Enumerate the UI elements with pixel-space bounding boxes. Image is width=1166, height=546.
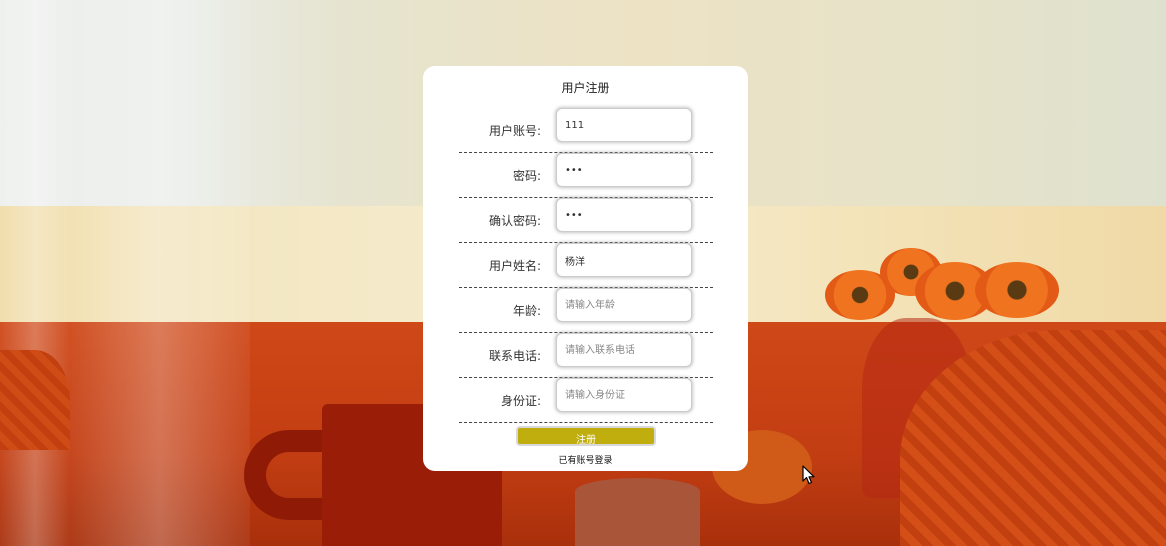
username-input[interactable] (556, 108, 692, 142)
phone-input[interactable] (556, 333, 692, 367)
register-button[interactable]: 注册 (516, 426, 656, 446)
candle (575, 478, 700, 546)
row-username: 用户账号: (459, 108, 713, 153)
register-card: 用户注册 用户账号: 密码: 确认密码: 用户姓名: 年龄: 联系电话: 身份证… (423, 66, 748, 471)
name-input[interactable] (556, 243, 692, 277)
row-name: 用户姓名: (459, 243, 713, 288)
confirm-password-label: 确认密码: (488, 214, 541, 228)
id-card-label: 身份证: (500, 394, 541, 408)
knit-blanket-left (0, 350, 70, 450)
phone-label: 联系电话: (488, 349, 541, 363)
login-link[interactable]: 已有账号登录 (423, 453, 748, 466)
row-confirm-password: 确认密码: (459, 198, 713, 243)
form-title: 用户注册 (561, 81, 610, 95)
row-age: 年龄: (459, 288, 713, 333)
curtain-middle (70, 0, 250, 546)
username-label: 用户账号: (488, 124, 541, 138)
flower (975, 262, 1059, 318)
confirm-password-input[interactable] (556, 198, 692, 232)
name-label: 用户姓名: (488, 259, 541, 273)
mouse-pointer-icon (802, 465, 816, 489)
password-input[interactable] (556, 153, 692, 187)
curtain-left (0, 0, 70, 546)
row-id-card: 身份证: (459, 378, 713, 423)
age-label: 年龄: (512, 304, 541, 318)
row-password: 密码: (459, 153, 713, 198)
id-card-input[interactable] (556, 378, 692, 412)
password-label: 密码: (512, 169, 541, 183)
row-phone: 联系电话: (459, 333, 713, 378)
age-input[interactable] (556, 288, 692, 322)
mug-handle (244, 430, 334, 520)
